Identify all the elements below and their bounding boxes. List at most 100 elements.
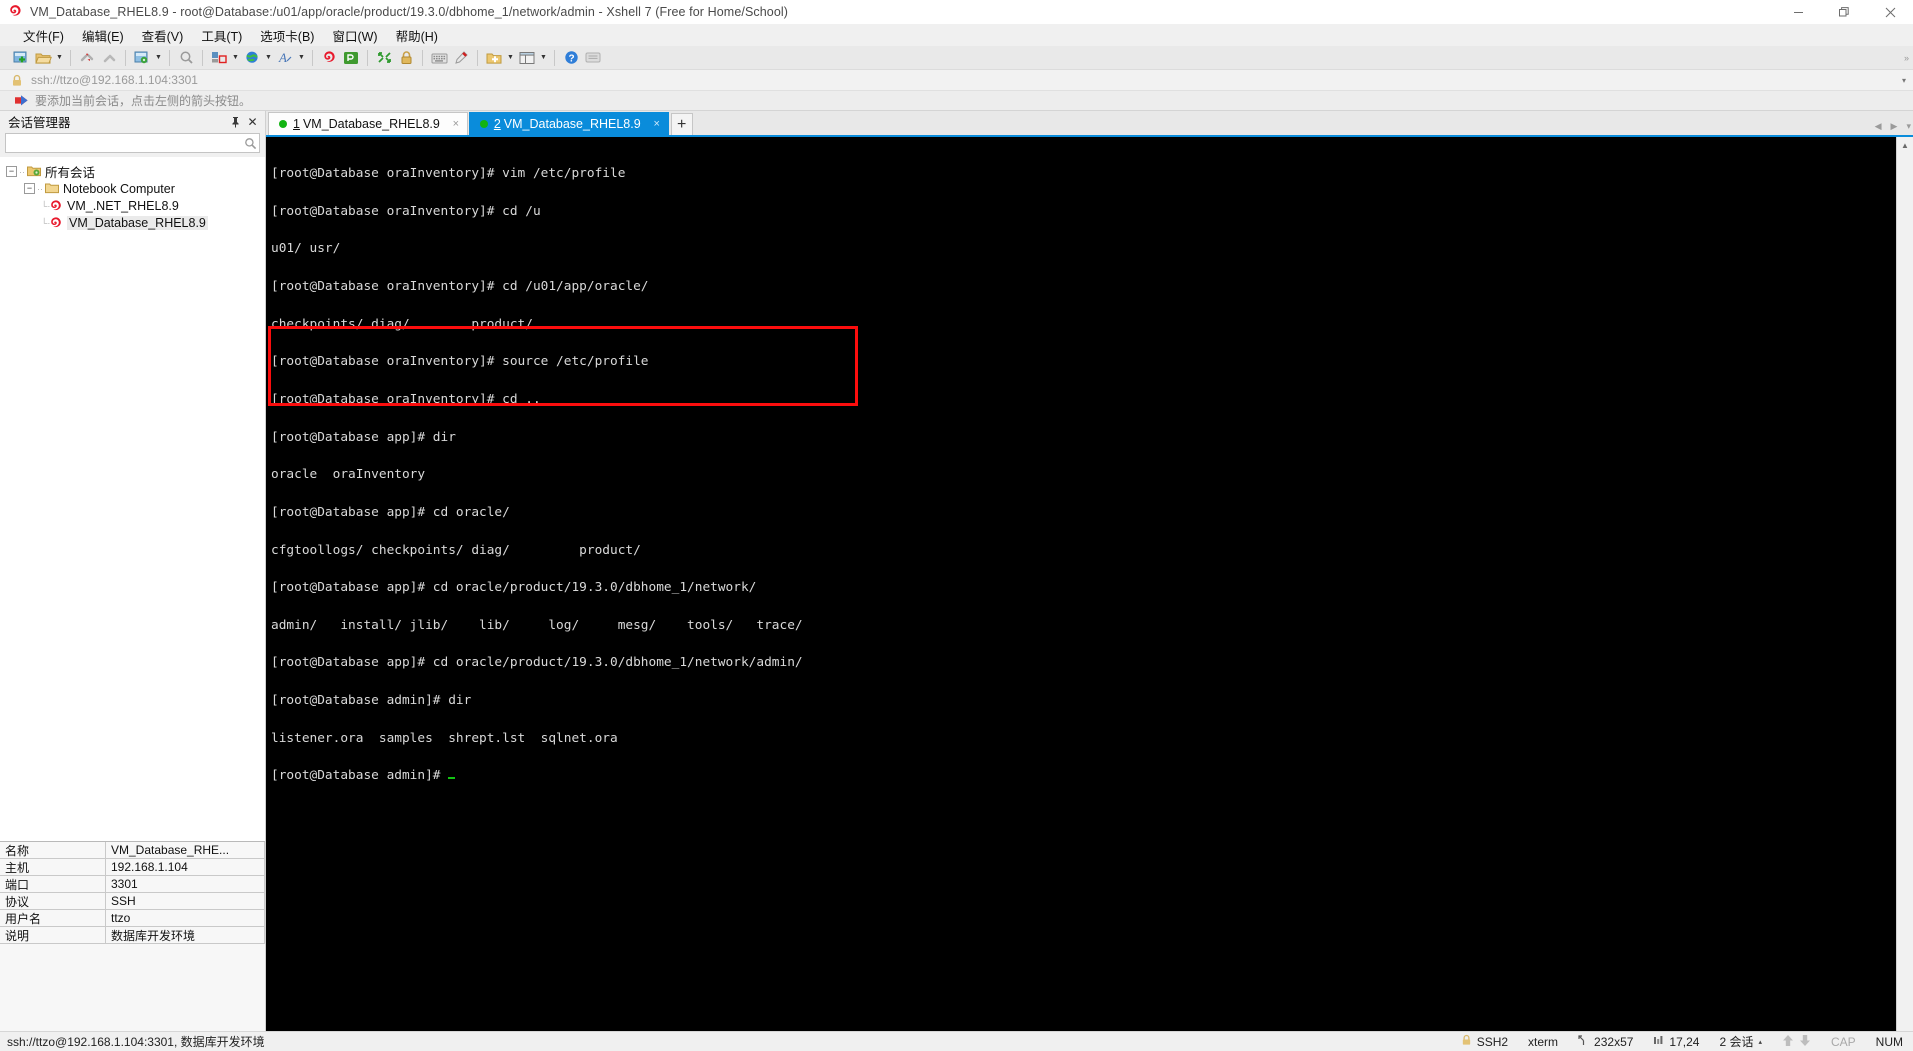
menu-help[interactable]: 帮助(H) <box>387 23 447 48</box>
session-properties-grid: 名称 VM_Database_RHE... 主机 192.168.1.104 端… <box>0 841 265 1031</box>
terminal-line: [root@Database app]# cd oracle/ <box>271 504 510 520</box>
status-cursor-position[interactable]: 17,24 <box>1643 1032 1709 1051</box>
tab-list-menu-icon[interactable]: ▾ <box>1906 121 1911 132</box>
address-input[interactable]: ssh://ttzo@192.168.1.104:3301 <box>31 73 198 87</box>
terminal-line: listener.ora samples shrept.lst sqlnet.o… <box>271 730 618 746</box>
chevron-up-icon[interactable]: ▴ <box>1758 1038 1762 1046</box>
globe-icon[interactable] <box>241 47 263 68</box>
menu-bar: 文件(F) 编辑(E) 查看(V) 工具(T) 选项卡(B) 窗口(W) 帮助(… <box>0 24 1913 46</box>
xshell-icon[interactable] <box>318 47 340 68</box>
status-terminal-type[interactable]: xterm <box>1518 1032 1568 1051</box>
maximize-restore-button[interactable] <box>1821 0 1867 24</box>
red-arrow-icon[interactable] <box>14 94 28 108</box>
status-size[interactable]: 232x57 <box>1568 1032 1643 1051</box>
property-value: 3301 <box>106 876 265 893</box>
tree-node-vm-database-rhel89[interactable]: └·· VM_Database_RHEL8.9 <box>0 214 265 231</box>
session-properties-dropdown-arrow[interactable]: ▼ <box>153 47 164 68</box>
tab-strip: 1 VM_Database_RHEL8.9 × 2 VM_Database_RH… <box>266 111 1913 135</box>
title-bar: VM_Database_RHEL8.9 - root@Database:/u01… <box>0 0 1913 24</box>
status-session-count[interactable]: 2 会话 ▴ <box>1709 1032 1772 1051</box>
disconnect-icon[interactable] <box>76 47 98 68</box>
search-icon[interactable] <box>175 47 197 68</box>
status-connection-info: ssh://ttzo@192.168.1.104:3301, 数据库开发环境 <box>7 1035 265 1049</box>
terminal-line: [root@Database app]# cd oracle/product/1… <box>271 655 803 671</box>
keyboard-icon[interactable] <box>428 47 450 68</box>
reconnect-icon[interactable] <box>98 47 120 68</box>
terminal-scrollbar[interactable]: ▲ <box>1896 137 1913 1031</box>
property-key: 主机 <box>0 859 106 876</box>
search-icon[interactable] <box>241 134 259 152</box>
property-key: 协议 <box>0 893 106 910</box>
session-tree[interactable]: − ·· 所有会话 − ·· Notebook Computer └·· VM_… <box>0 157 265 841</box>
status-protocol[interactable]: SSH2 <box>1451 1032 1518 1051</box>
property-row: 名称 VM_Database_RHE... <box>0 842 265 859</box>
minimize-button[interactable] <box>1775 0 1821 24</box>
tab-navigation: ◀ ▶ ▾ <box>1875 121 1911 132</box>
session-properties-icon[interactable] <box>131 47 153 68</box>
chevron-down-icon[interactable]: ▾ <box>1902 70 1906 91</box>
menu-edit[interactable]: 编辑(E) <box>73 23 133 48</box>
tree-node-label: VM_.NET_RHEL8.9 <box>67 198 179 213</box>
close-panel-icon[interactable]: ✕ <box>244 113 261 130</box>
tree-node-notebook-computer[interactable]: − ·· Notebook Computer <box>0 180 265 197</box>
property-value: VM_Database_RHE... <box>106 842 265 859</box>
expander-icon[interactable]: − <box>24 183 35 194</box>
add-to-folder-dropdown-arrow[interactable]: ▼ <box>505 47 516 68</box>
open-folder-icon[interactable] <box>32 47 54 68</box>
session-search-box[interactable] <box>5 133 260 153</box>
new-tab-button[interactable]: + <box>670 113 693 135</box>
tab-2-vm-database-rhel89[interactable]: 2 VM_Database_RHEL8.9 × <box>468 112 669 135</box>
menu-file[interactable]: 文件(F) <box>14 23 73 48</box>
tab-close-icon[interactable]: × <box>650 117 664 131</box>
transfer-file-dropdown-arrow[interactable]: ▼ <box>230 47 241 68</box>
help-icon[interactable]: ? <box>560 47 582 68</box>
scroll-up-icon[interactable]: ▲ <box>1897 137 1913 153</box>
status-right-group: SSH2 xterm 232x57 17,24 2 会话 ▴ CAP NUM <box>1451 1032 1913 1051</box>
comment-icon[interactable] <box>582 47 604 68</box>
font-dropdown-arrow[interactable]: ▼ <box>296 47 307 68</box>
layout-icon[interactable] <box>516 47 538 68</box>
tree-node-all-sessions[interactable]: − ·· 所有会话 <box>0 163 265 180</box>
new-session-icon[interactable] <box>10 47 32 68</box>
tree-node-vm-net-rhel89[interactable]: └·· VM_.NET_RHEL8.9 <box>0 197 265 214</box>
xshell-session-icon <box>48 215 64 230</box>
svg-text:A: A <box>278 50 287 65</box>
xftp-icon[interactable] <box>340 47 362 68</box>
highlight-pen-icon[interactable] <box>450 47 472 68</box>
menu-window[interactable]: 窗口(W) <box>323 23 386 48</box>
font-icon[interactable]: A <box>274 47 296 68</box>
pin-icon[interactable] <box>227 113 244 130</box>
tab-nav-left-icon[interactable]: ◀ <box>1875 121 1882 132</box>
address-bar[interactable]: ssh://ttzo@192.168.1.104:3301 ▾ <box>0 70 1913 91</box>
menu-tools[interactable]: 工具(T) <box>192 23 251 48</box>
menu-view[interactable]: 查看(V) <box>133 23 193 48</box>
add-to-folder-icon[interactable] <box>483 47 505 68</box>
terminal-output[interactable]: [root@Database oraInventory]# vim /etc/p… <box>266 137 1896 1031</box>
tab-nav-right-icon[interactable]: ▶ <box>1891 121 1898 132</box>
terminal-line: [root@Database app]# dir <box>271 429 456 445</box>
transfer-file-icon[interactable] <box>208 47 230 68</box>
lock-icon[interactable] <box>395 47 417 68</box>
tab-close-icon[interactable]: × <box>449 117 463 131</box>
status-transfer-indicators <box>1772 1032 1821 1051</box>
property-value: SSH <box>106 893 265 910</box>
globe-dropdown-arrow[interactable]: ▼ <box>263 47 274 68</box>
tree-node-label: Notebook Computer <box>63 181 175 196</box>
menu-tabs[interactable]: 选项卡(B) <box>251 23 323 48</box>
tab-number: 1 <box>293 117 300 131</box>
fullscreen-icon[interactable] <box>373 47 395 68</box>
toolbar-separator <box>422 49 423 66</box>
terminal-prompt-line: [root@Database admin]# <box>271 769 1896 783</box>
toolbar-separator <box>367 49 368 66</box>
open-folder-dropdown-arrow[interactable]: ▼ <box>54 47 65 68</box>
tab-1-vm-database-rhel89[interactable]: 1 VM_Database_RHEL8.9 × <box>268 112 468 135</box>
search-input[interactable] <box>6 136 241 150</box>
close-button[interactable] <box>1867 0 1913 24</box>
lock-icon <box>1461 1034 1472 1049</box>
property-row: 用户名 ttzo <box>0 910 265 927</box>
arrow-down-icon <box>1799 1034 1811 1050</box>
toolbar-overflow-button[interactable]: » <box>1904 46 1909 70</box>
expander-icon[interactable]: − <box>6 166 17 177</box>
terminal-line: admin/ install/ jlib/ lib/ log/ mesg/ to… <box>271 617 803 633</box>
layout-dropdown-arrow[interactable]: ▼ <box>538 47 549 68</box>
